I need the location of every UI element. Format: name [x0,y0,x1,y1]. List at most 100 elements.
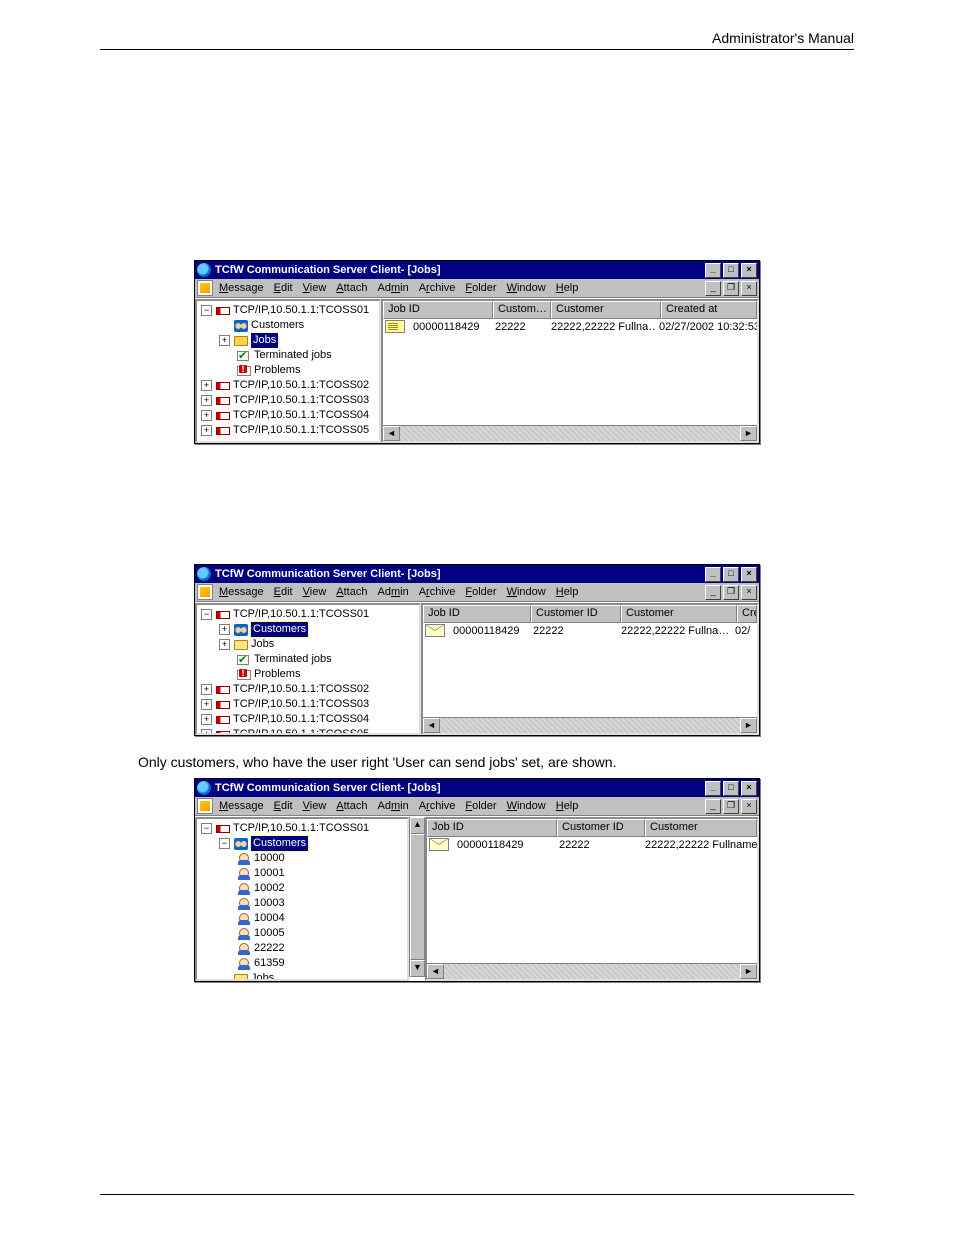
mdi-minimize-button[interactable]: _ [705,799,721,814]
titlebar[interactable]: TCfW Communication Server Client- [Jobs]… [195,779,759,797]
col-createdat[interactable]: Created at [661,301,757,319]
mdi-close-button[interactable]: × [741,281,757,296]
menu-help[interactable]: Help [556,282,579,294]
titlebar[interactable]: TCfW Communication Server Client- [Jobs]… [195,565,759,583]
expand-icon[interactable]: + [219,639,230,650]
expand-icon[interactable]: + [201,380,212,391]
close-button[interactable]: × [741,263,757,278]
column-headers[interactable]: Job ID Customer ID Customer Cre [423,605,757,623]
tree-customer-item[interactable]: 10005 [199,926,405,941]
col-jobid[interactable]: Job ID [423,605,531,623]
maximize-button[interactable]: □ [723,781,739,796]
menu-admin[interactable]: Admin [377,282,408,294]
expand-icon[interactable]: + [219,335,230,346]
col-createdat[interactable]: Cre [737,605,757,623]
menu-edit[interactable]: Edit [274,800,293,812]
mdi-restore-button[interactable]: ❐ [723,799,739,814]
menu-attach[interactable]: Attach [336,800,367,812]
tree-server-1[interactable]: −TCP/IP,10.50.1.1:TCOSS01 [199,303,377,318]
close-button[interactable]: × [741,781,757,796]
minimize-button[interactable]: _ [705,781,721,796]
list-pane[interactable]: Job ID Custom… Customer Created at 00000… [381,299,759,443]
horizontal-scrollbar[interactable]: ◄ ► [427,963,757,979]
menu-edit[interactable]: Edit [274,586,293,598]
mdi-icon[interactable] [197,280,213,296]
scroll-down-icon[interactable]: ▼ [410,960,425,977]
menu-window[interactable]: Window [507,800,546,812]
tree-problems[interactable]: Problems [199,363,377,378]
menu-admin[interactable]: Admin [377,800,408,812]
mdi-close-button[interactable]: × [741,799,757,814]
tree-customers[interactable]: −Customers [199,836,405,851]
tree-customer-item[interactable]: 10002 [199,881,405,896]
col-customer[interactable]: Customer [551,301,661,319]
menu-message[interactable]: Message [219,282,264,294]
col-jobid[interactable]: Job ID [427,819,557,837]
mdi-minimize-button[interactable]: _ [705,281,721,296]
horizontal-scrollbar[interactable]: ◄ ► [423,717,757,733]
expand-icon[interactable]: + [201,395,212,406]
tree-pane[interactable]: −TCP/IP,10.50.1.1:TCOSS01 +Customers +Jo… [195,603,421,735]
menu-archive[interactable]: Archive [419,800,456,812]
tree-terminated[interactable]: Terminated jobs [199,348,377,363]
collapse-icon[interactable]: − [219,838,230,849]
tree-customer-item[interactable]: 10004 [199,911,405,926]
collapse-icon[interactable]: − [201,609,212,620]
column-headers[interactable]: Job ID Customer ID Customer [427,819,757,837]
mdi-icon[interactable] [197,584,213,600]
tree-server-3[interactable]: +TCP/IP,10.50.1.1:TCOSS03 [199,393,377,408]
tree-customer-item[interactable]: 10000 [199,851,405,866]
tree-server-1[interactable]: −TCP/IP,10.50.1.1:TCOSS01 [199,821,405,836]
scroll-right-icon[interactable]: ► [740,964,757,979]
menu-admin[interactable]: Admin [377,586,408,598]
menu-folder[interactable]: Folder [465,800,496,812]
tree-server-5[interactable]: +TCP/IP,10.50.1.1:TCOSS05 [199,423,377,438]
expand-icon[interactable]: + [201,729,212,735]
menu-archive[interactable]: Archive [419,282,456,294]
menu-window[interactable]: Window [507,282,546,294]
scroll-right-icon[interactable]: ► [740,718,757,733]
tree-server-4[interactable]: +TCP/IP,10.50.1.1:TCOSS04 [199,712,417,727]
tree-customer-item[interactable]: 10001 [199,866,405,881]
scroll-left-icon[interactable]: ◄ [427,964,444,979]
scroll-thumb[interactable] [410,834,425,960]
tree-jobs[interactable]: +Jobs [199,637,417,652]
tree-jobs[interactable]: +Jobs [199,333,377,348]
column-headers[interactable]: Job ID Custom… Customer Created at [383,301,757,319]
tree-customers[interactable]: +Customers [199,622,417,637]
menu-view[interactable]: View [303,800,327,812]
minimize-button[interactable]: _ [705,263,721,278]
col-customer[interactable]: Customer [645,819,757,837]
expand-icon[interactable]: + [201,684,212,695]
col-customerid[interactable]: Customer ID [557,819,645,837]
menu-message[interactable]: Message [219,586,264,598]
menu-view[interactable]: View [303,586,327,598]
expand-icon[interactable]: + [201,699,212,710]
scroll-up-icon[interactable]: ▲ [410,817,425,834]
col-customer[interactable]: Customer [621,605,737,623]
menu-help[interactable]: Help [556,586,579,598]
menu-folder[interactable]: Folder [465,282,496,294]
scroll-right-icon[interactable]: ► [740,426,757,441]
expand-icon[interactable]: + [201,425,212,436]
menu-attach[interactable]: Attach [336,282,367,294]
collapse-icon[interactable]: − [201,305,212,316]
tree-server-2[interactable]: +TCP/IP,10.50.1.1:TCOSS02 [199,378,377,393]
col-customershort[interactable]: Custom… [493,301,551,319]
expand-icon[interactable]: + [201,410,212,421]
tree-server-5[interactable]: +TCP/IP,10.50.1.1:TCOSS05 [199,727,417,735]
tree-server-4[interactable]: +TCP/IP,10.50.1.1:TCOSS04 [199,408,377,423]
maximize-button[interactable]: □ [723,567,739,582]
menu-folder[interactable]: Folder [465,586,496,598]
menu-help[interactable]: Help [556,800,579,812]
menu-attach[interactable]: Attach [336,586,367,598]
tree-server-1[interactable]: −TCP/IP,10.50.1.1:TCOSS01 [199,607,417,622]
tree-customers[interactable]: Customers [199,318,377,333]
table-row[interactable]: 00000118429 22222 22222,22222 Fullname, [427,837,757,852]
mdi-restore-button[interactable]: ❐ [723,585,739,600]
maximize-button[interactable]: □ [723,263,739,278]
collapse-icon[interactable]: − [201,823,212,834]
vertical-scrollbar[interactable]: ▲ ▼ [409,817,425,977]
expand-icon[interactable]: + [219,624,230,635]
menu-message[interactable]: Message [219,800,264,812]
